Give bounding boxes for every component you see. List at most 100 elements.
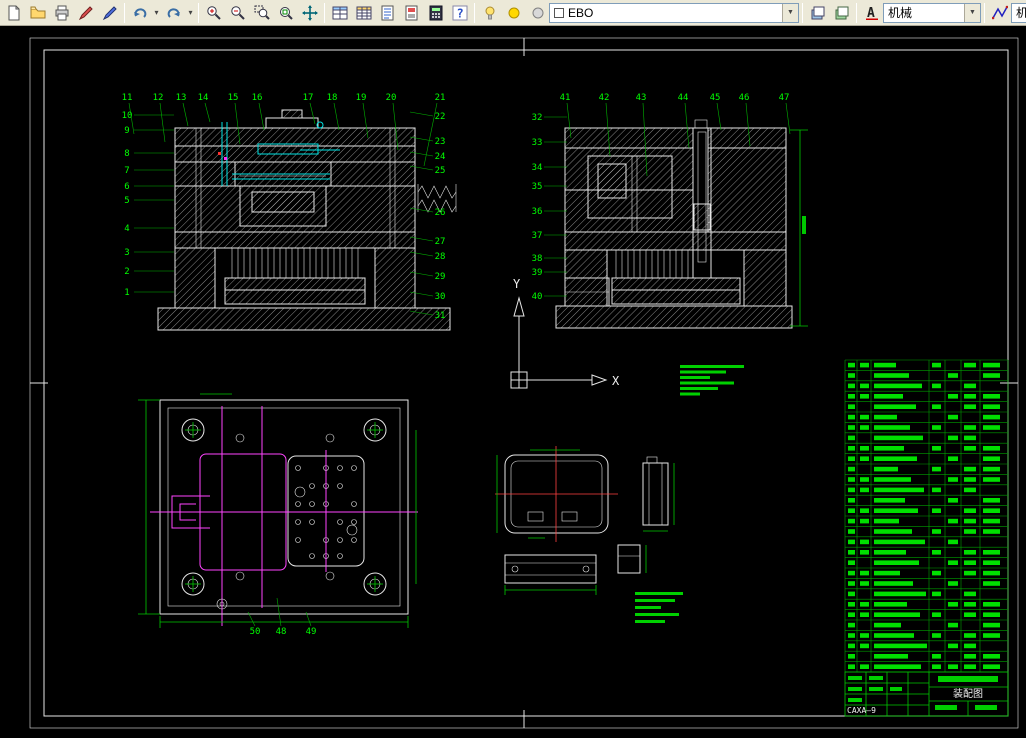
zoom-out-button[interactable] [226, 2, 249, 24]
pen-red-icon [78, 5, 94, 21]
callout-2: 2 [124, 267, 129, 277]
display-toolbar-group [478, 2, 549, 24]
pan-icon [302, 5, 318, 21]
main-toolbar: ▾▾ EBO ▼ 机械 ▼ 机 [0, 0, 1026, 26]
sun-button[interactable] [502, 2, 525, 24]
callout-37: 37 [532, 231, 543, 241]
red-sheet-button[interactable] [400, 2, 423, 24]
drawing-canvas[interactable]: X Y [0, 26, 1026, 738]
callout-50: 50 [250, 627, 261, 637]
redo-dropdown-arrow-icon[interactable]: ▾ [186, 8, 195, 17]
side-view-dimension [790, 130, 808, 326]
callout-25: 25 [435, 166, 446, 176]
pen-blue-button[interactable] [98, 2, 121, 24]
callout-30: 30 [435, 292, 446, 302]
zoom-in-icon [206, 5, 222, 21]
bulb-button[interactable] [478, 2, 501, 24]
callout-47: 47 [779, 93, 790, 103]
x-axis-label: X [612, 374, 620, 388]
grid-table-icon [356, 5, 372, 21]
callout-48: 48 [276, 627, 287, 637]
zoom-window-button[interactable] [250, 2, 273, 24]
callout-11: 11 [122, 93, 133, 103]
zoom-in-button[interactable] [202, 2, 225, 24]
linetype-swatch-icon [554, 8, 564, 18]
y-axis-label: Y [513, 277, 521, 291]
plan-centerlines [150, 406, 418, 626]
drawing-title: 装配图 [953, 687, 983, 700]
cad-drawing[interactable]: X Y [0, 26, 1026, 738]
layer-table-button[interactable] [328, 2, 351, 24]
new-page-button[interactable] [2, 2, 25, 24]
clipped-combo-value: 机 [1016, 4, 1026, 21]
pen-red-button[interactable] [74, 2, 97, 24]
edit-toolbar-group: ▾▾ [128, 2, 195, 24]
undo-button[interactable] [128, 2, 151, 24]
callout-7: 7 [124, 166, 129, 176]
zoom-extents-button[interactable] [274, 2, 297, 24]
side-section-view [556, 120, 808, 328]
text-style-icon [864, 5, 880, 21]
callout-44: 44 [678, 93, 689, 103]
callout-42: 42 [599, 93, 610, 103]
pan-button[interactable] [298, 2, 321, 24]
text-style-button[interactable] [860, 2, 883, 24]
style-toolbar-group [860, 2, 883, 24]
printer-button[interactable] [50, 2, 73, 24]
callout-46: 46 [739, 93, 750, 103]
drawing-code: CAXA—9 [847, 706, 876, 715]
layers-blue-button[interactable] [806, 2, 829, 24]
toolbar-separator [124, 3, 125, 23]
ejector-pins-front [232, 248, 358, 278]
orb-button[interactable] [526, 2, 549, 24]
linetype-combo[interactable]: EBO ▼ [549, 3, 799, 23]
callout-29: 29 [435, 272, 446, 282]
callout-4: 4 [124, 224, 129, 234]
callout-43: 43 [636, 93, 647, 103]
undo-dropdown-arrow-icon[interactable]: ▾ [152, 8, 161, 17]
clipped-combo[interactable]: 机 [1011, 3, 1026, 23]
polyline-button[interactable] [988, 2, 1011, 24]
toolbar-separator [984, 3, 985, 23]
callout-39: 39 [532, 268, 543, 278]
layer-table-icon [332, 5, 348, 21]
layers-blue-icon [810, 5, 826, 21]
help-button[interactable] [448, 2, 471, 24]
calculator-button[interactable] [424, 2, 447, 24]
linetype-combo-arrow-icon[interactable]: ▼ [782, 4, 798, 22]
callout-21: 21 [435, 93, 446, 103]
sheet-list-button[interactable] [376, 2, 399, 24]
callout-38: 38 [532, 254, 543, 264]
callout-6: 6 [124, 182, 129, 192]
new-page-icon [6, 5, 22, 21]
callout-32: 32 [532, 113, 543, 123]
callout-41: 41 [560, 93, 571, 103]
standard-combo-arrow-icon[interactable]: ▼ [964, 4, 980, 22]
polyline-icon [992, 5, 1008, 21]
toolbar-separator [802, 3, 803, 23]
parts-list-table [845, 360, 1008, 672]
front-section-view [158, 110, 456, 330]
layers-green-icon [834, 5, 850, 21]
callout-49: 49 [306, 627, 317, 637]
calculator-icon [428, 5, 444, 21]
standard-combo[interactable]: 机械 ▼ [883, 3, 981, 23]
linetype-combo-value: EBO [568, 6, 782, 20]
callout-36: 36 [532, 207, 543, 217]
callout-18: 18 [327, 93, 338, 103]
toolbar-separator [856, 3, 857, 23]
toolbar-separator [324, 3, 325, 23]
callout-12: 12 [153, 93, 164, 103]
open-folder-button[interactable] [26, 2, 49, 24]
redo-button[interactable] [162, 2, 185, 24]
draw-toolbar-group [988, 2, 1011, 24]
callout-9: 9 [124, 126, 129, 136]
grid-table-button[interactable] [352, 2, 375, 24]
layers-green-button[interactable] [830, 2, 853, 24]
bulb-icon [482, 5, 498, 21]
callout-26: 26 [435, 208, 446, 218]
callout-28: 28 [435, 252, 446, 262]
plan-view [138, 394, 418, 628]
standard-combo-value: 机械 [888, 4, 964, 21]
callout-35: 35 [532, 182, 543, 192]
